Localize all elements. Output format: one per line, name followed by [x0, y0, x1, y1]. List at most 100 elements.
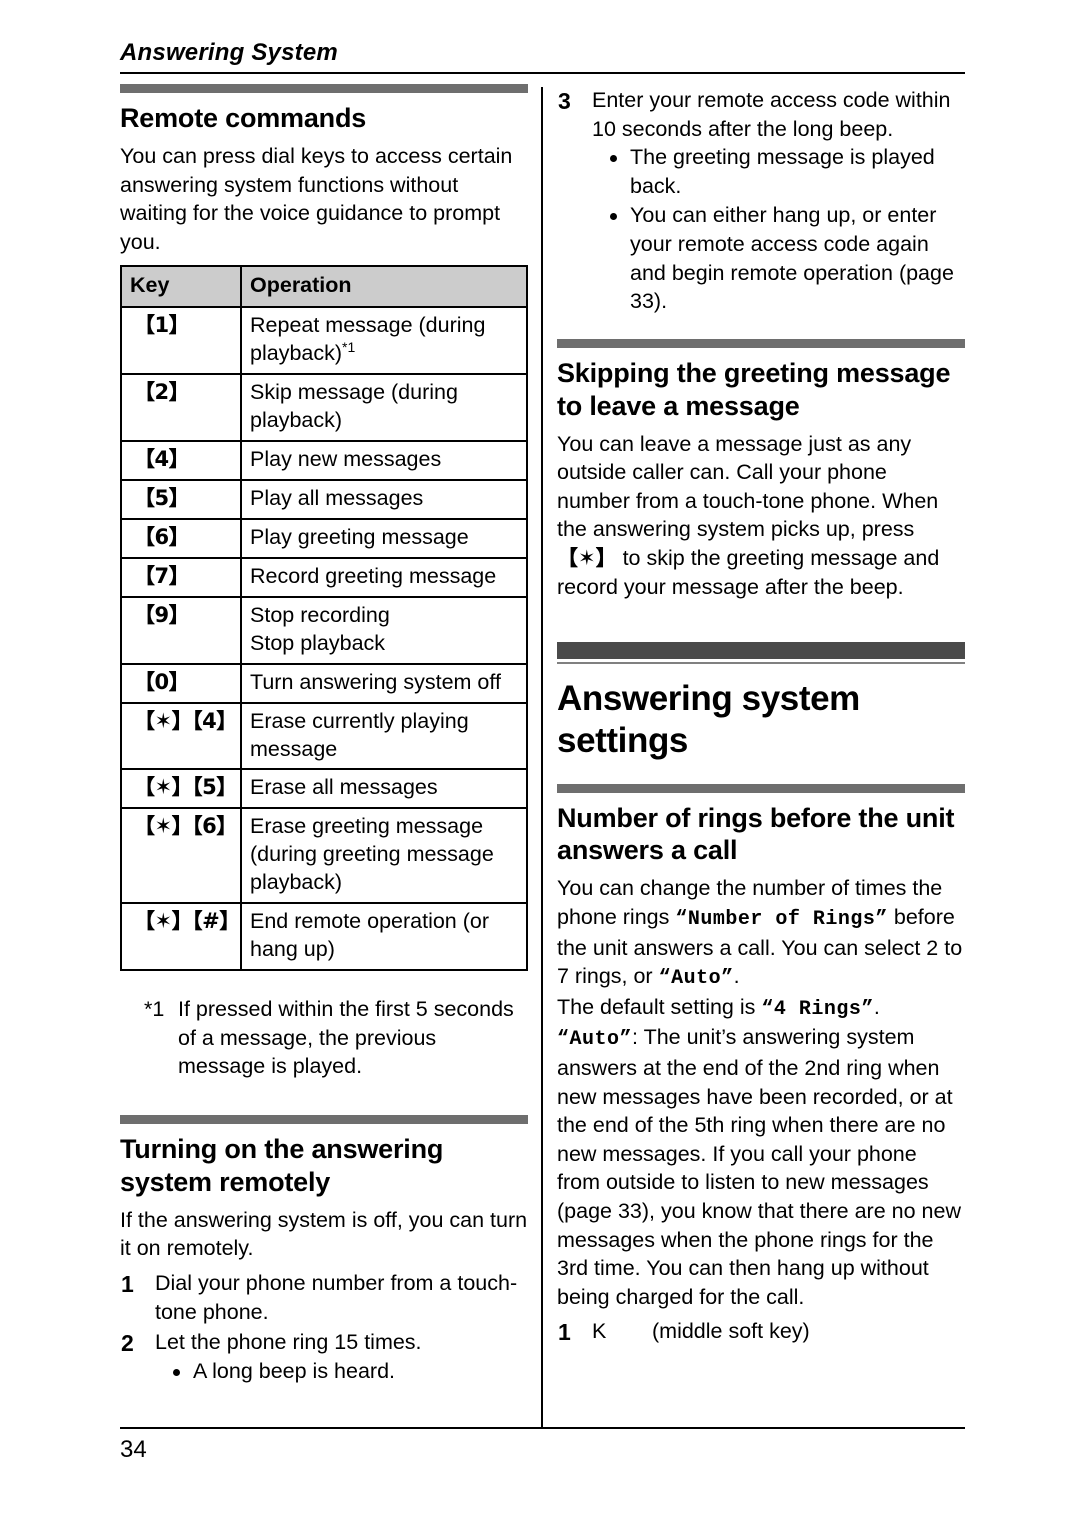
table-cell-operation: Repeat message (during playback)*1	[240, 306, 528, 376]
table-cell-operation: Play new messages	[240, 440, 528, 481]
table-cell-key: 【0】	[120, 662, 242, 704]
paragraph-rings-2: The default setting is “4 Rings”.	[557, 993, 965, 1024]
table-cell-operation: Record greeting message	[240, 556, 528, 598]
paragraph-turning-on-intro: If the answering system is off, you can …	[120, 1207, 528, 1261]
section-bar-turning-on-remotely	[120, 1114, 528, 1124]
table-row: 【4】 Play new messages	[120, 440, 528, 481]
step-text-block: K (middle soft key)	[592, 1317, 810, 1348]
paragraph-rings-3: “Auto”: The unit’s answering system answ…	[557, 1023, 965, 1311]
steps-number-of-rings: 1 K (middle soft key)	[557, 1317, 965, 1348]
table-cell-key: 【6】	[120, 517, 242, 559]
table-cell-operation: Turn answering system off	[240, 662, 528, 704]
table-row: 【1】 Repeat message (during playback)*1	[120, 306, 528, 376]
table-cell-key: 【9】	[120, 595, 242, 665]
section-bar-remote-commands	[120, 84, 528, 93]
table-cell-key: 【✶】【5】	[120, 768, 242, 810]
table-row: 【2】 Skip message (during playback)	[120, 373, 528, 442]
step-item: 1 K (middle soft key)	[557, 1317, 965, 1348]
remote-commands-table: Key Operation 【1】 Repeat message (during…	[120, 265, 528, 972]
paragraph-part-1: The default setting is	[557, 994, 762, 1019]
table-row: 【7】 Record greeting message	[120, 556, 528, 598]
running-header-rule	[120, 72, 965, 75]
step-number: 3	[558, 88, 571, 114]
column-divider	[541, 87, 543, 1427]
major-section-rule	[557, 661, 965, 664]
table-cell-key: 【7】	[120, 556, 242, 598]
table-cell-key: 【1】	[120, 306, 242, 376]
step-item: 3 Enter your remote access code within 1…	[557, 86, 965, 317]
step-text: (middle soft key)	[652, 1319, 810, 1344]
paragraph-part-1: You can leave a message just as any outs…	[557, 431, 939, 542]
paragraph-part-2: .	[873, 994, 880, 1019]
list-item: A long beep is heard.	[171, 1357, 528, 1386]
star-key-glyph: 【✶】	[557, 546, 617, 570]
table-cell-key: 【4】	[120, 440, 242, 481]
heading-number-of-rings: Number of rings before the unit answers …	[557, 802, 955, 866]
running-header: Answering System	[120, 39, 965, 75]
table-header-operation: Operation	[240, 265, 528, 309]
operation-text: Repeat message (during playback)	[250, 313, 486, 366]
major-section-bar	[557, 641, 965, 659]
heading-answering-system-settings: Answering system settings	[557, 678, 860, 760]
footnote-text: If pressed within the first 5 seconds of…	[178, 997, 514, 1079]
remote-commands-table-body: 【1】 Repeat message (during playback)*1 【…	[120, 306, 528, 972]
table-cell-key: 【2】	[120, 373, 242, 442]
table-cell-operation: Erase currently playing message	[240, 701, 528, 771]
setting-name-number-of-rings: “Number of Rings”	[675, 907, 888, 931]
paragraph-part-3: .	[733, 964, 740, 989]
footnote-remote-commands: *1 If pressed within the first 5 seconds…	[120, 995, 528, 1081]
table-cell-key: 【✶】【4】	[120, 701, 242, 771]
table-header-key: Key	[120, 265, 242, 309]
list-item: The greeting message is played back.	[608, 143, 965, 200]
table-cell-operation: Erase all messages	[240, 768, 528, 810]
step-bullet-list: The greeting message is played back. You…	[592, 143, 965, 316]
table-row: 【6】 Play greeting message	[120, 517, 528, 559]
page-columns: Remote commands You can press dial keys …	[120, 84, 965, 1427]
table-row: 【5】 Play all messages	[120, 478, 528, 520]
running-header-title: Answering System	[120, 39, 338, 66]
heading-turning-on-remotely: Turning on the answering system remotely	[120, 1133, 444, 1197]
heading-skipping-greeting: Skipping the greeting message to leave a…	[557, 357, 951, 421]
footer-rule	[120, 1427, 965, 1429]
paragraph-skipping-greeting: You can leave a message just as any outs…	[557, 430, 965, 602]
step-number: 1	[558, 1319, 571, 1346]
setting-value-auto: “Auto”	[557, 1028, 633, 1052]
table-row: 【0】 Turn answering system off	[120, 662, 528, 704]
step-bullet-list: A long beep is heard.	[155, 1357, 528, 1386]
step-text-block: Let the phone ring 15 times. A long beep…	[155, 1328, 528, 1386]
table-cell-operation: Play greeting message	[240, 517, 528, 559]
left-column: Remote commands You can press dial keys …	[120, 84, 528, 1419]
list-item: You can either hang up, or enter your re…	[608, 201, 965, 315]
table-row: 【✶】【6】 Erase greeting message (during gr…	[120, 807, 528, 905]
step-text: Dial your phone number from a touch-tone…	[155, 1270, 518, 1324]
steps-continued: 3 Enter your remote access code within 1…	[557, 86, 965, 317]
table-cell-key: 【✶】【6】	[120, 807, 242, 905]
page-number: 34	[120, 1436, 147, 1463]
table-header-row: Key Operation	[120, 265, 528, 309]
table-row: 【✶】【4】 Erase currently playing message	[120, 701, 528, 771]
steps-turning-on-remotely: 1 Dial your phone number from a touch-to…	[120, 1269, 528, 1386]
setting-value-default-rings: “4 Rings”	[761, 997, 874, 1021]
setting-value-auto: “Auto”	[658, 967, 734, 991]
paragraph-remote-commands-intro: You can press dial keys to access certai…	[120, 143, 513, 254]
right-column: 3 Enter your remote access code within 1…	[557, 84, 965, 1419]
table-cell-operation: Skip message (during playback)	[240, 373, 528, 442]
step-text-block: Enter your remote access code within 10 …	[592, 86, 965, 317]
table-cell-key: 【✶】【#】	[120, 902, 242, 972]
table-cell-operation: End remote operation (or hang up)	[240, 902, 528, 972]
step-item: 2 Let the phone ring 15 times. A long be…	[120, 1328, 528, 1386]
paragraph-part-1: : The unit’s answering system answers at…	[557, 1025, 961, 1309]
table-row: 【✶】【#】 End remote operation (or hang up)	[120, 902, 528, 972]
section-bar-skipping-greeting	[557, 338, 965, 348]
step-text: Enter your remote access code within 10 …	[592, 88, 951, 141]
middle-soft-key-glyph: K	[592, 1319, 607, 1344]
paragraph-rings-1: You can change the number of times the p…	[557, 874, 965, 992]
table-cell-key: 【5】	[120, 478, 242, 520]
table-cell-operation: Stop recording Stop playback	[240, 595, 528, 665]
step-number: 1	[121, 1270, 134, 1297]
footnote-marker: *1	[342, 339, 356, 356]
table-row: 【✶】【5】 Erase all messages	[120, 768, 528, 810]
